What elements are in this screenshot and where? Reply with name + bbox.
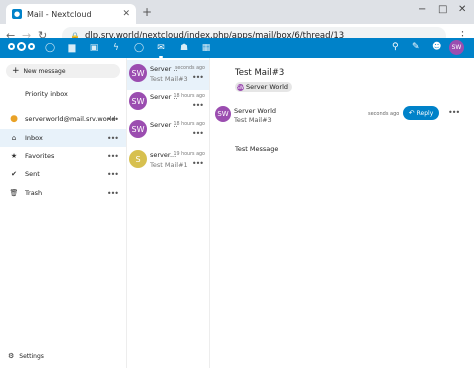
list-item[interactable]: SW Server ... 18 hours ago •••: [127, 88, 209, 118]
more-options-icon[interactable]: •••: [107, 152, 119, 161]
browser-tab[interactable]: ● Mail - Nextcloud ✕: [6, 4, 136, 24]
message-subject: Test Mail#1: [150, 161, 188, 169]
user-avatar[interactable]: SW: [449, 40, 464, 55]
avatar: S: [129, 150, 147, 168]
sidebar-item-priority-inbox[interactable]: Priority inbox: [0, 85, 126, 103]
more-options-icon[interactable]: •••: [192, 129, 204, 138]
participant-name: Server World: [246, 83, 289, 91]
more-options-icon[interactable]: •••: [192, 73, 204, 82]
sidebar-item-label: Sent: [25, 170, 40, 178]
settings-label: Settings: [19, 352, 44, 360]
trash-icon: 🗑: [9, 189, 19, 197]
sidebar-item-label: Favorites: [25, 152, 55, 160]
sidebar-item-trash[interactable]: 🗑 Trash •••: [0, 184, 126, 202]
maximize-icon[interactable]: □: [438, 4, 447, 15]
window-close-icon[interactable]: ✕: [458, 4, 466, 15]
nextcloud-header: ◯ ▆ ▣ ϟ ◯ ✉ ☗ ▦ ⚲ ✎ ☻ SW: [0, 38, 474, 58]
search-icon[interactable]: ⚲: [392, 42, 399, 52]
message-subject: Test Mail#3: [150, 75, 188, 83]
settings-button[interactable]: ⚙ Settings: [8, 352, 44, 360]
message-subject: Test Mail#3: [234, 116, 272, 124]
sidebar-item-account[interactable]: ● serverworld@mail.srv.world •••: [0, 110, 126, 128]
message-list: SW Server ... seconds ago Test Mail#3 ••…: [127, 58, 210, 368]
tab-title: Mail - Nextcloud: [27, 9, 92, 19]
message-from: Server ...: [150, 65, 178, 73]
sidebar-item-label: Priority inbox: [25, 90, 68, 98]
message-time: 19 hours ago: [173, 152, 205, 157]
contacts-icon[interactable]: ☗: [178, 42, 190, 54]
avatar: SW: [129, 64, 147, 82]
list-item[interactable]: S server... 19 hours ago Test Mail#1 •••: [127, 146, 209, 176]
avatar: SW: [129, 92, 147, 110]
contacts-menu-icon[interactable]: ☻: [432, 42, 441, 52]
message-time: seconds ago: [174, 66, 205, 71]
sender-name: Server World: [234, 107, 277, 115]
photos-icon[interactable]: ▣: [88, 42, 100, 54]
browser-tabbar: ● Mail - Nextcloud ✕ + − □ ✕: [0, 0, 474, 24]
avatar: SW: [237, 83, 244, 91]
sent-icon: ✔: [11, 170, 17, 178]
message-time: 18 hours ago: [173, 94, 205, 99]
sidebar-item-inbox[interactable]: ⌂ Inbox •••: [0, 129, 126, 147]
calendar-icon[interactable]: ▦: [200, 42, 212, 54]
new-message-label: New message: [23, 67, 66, 75]
message-time: seconds ago: [368, 111, 400, 117]
more-options-icon[interactable]: •••: [448, 108, 460, 117]
notifications-icon[interactable]: ✎: [412, 42, 420, 52]
files-icon[interactable]: ▆: [66, 42, 78, 54]
sidebar-item-label: Trash: [25, 189, 43, 197]
message-body: Test Message: [235, 145, 279, 153]
star-icon: ★: [10, 152, 18, 160]
sidebar-item-label: Inbox: [25, 134, 43, 142]
mail-icon[interactable]: ✉: [155, 42, 167, 58]
search-talk-icon[interactable]: ◯: [133, 42, 145, 54]
sender-avatar: SW: [215, 106, 231, 122]
more-options-icon[interactable]: •••: [107, 170, 119, 179]
gear-icon: ⚙: [8, 352, 15, 360]
reply-label: Reply: [416, 109, 434, 117]
plus-icon: +: [12, 66, 20, 76]
more-options-icon[interactable]: •••: [192, 159, 204, 168]
activity-icon[interactable]: ϟ: [110, 42, 122, 54]
participant-tag[interactable]: SW Server World: [235, 82, 293, 92]
more-options-icon[interactable]: •••: [192, 101, 204, 110]
sidebar-item-favorites[interactable]: ★ Favorites •••: [0, 147, 126, 165]
more-options-icon[interactable]: •••: [107, 134, 119, 143]
message-view: Test Mail#3 SW Server World SW Server Wo…: [210, 58, 474, 368]
reply-button[interactable]: ↶ Reply: [403, 106, 439, 120]
mail-sidebar: + New message Priority inbox ● serverwor…: [0, 58, 127, 368]
dashboard-icon[interactable]: ◯: [44, 42, 56, 54]
more-options-icon[interactable]: •••: [107, 115, 119, 124]
list-item[interactable]: SW Server ... seconds ago Test Mail#3 ••…: [127, 60, 209, 90]
message-time: 18 hours ago: [173, 122, 205, 127]
thread-title: Test Mail#3: [235, 68, 285, 78]
nextcloud-logo-icon[interactable]: [8, 42, 35, 51]
list-item[interactable]: SW Server ... 18 hours ago •••: [127, 116, 209, 146]
home-icon: ⌂: [11, 134, 17, 142]
avatar: SW: [129, 120, 147, 138]
new-tab-icon[interactable]: +: [142, 5, 152, 19]
nextcloud-favicon-icon: ●: [12, 9, 22, 19]
more-options-icon[interactable]: •••: [107, 189, 119, 198]
sidebar-item-label: serverworld@mail.srv.world: [25, 115, 116, 123]
tab-close-icon[interactable]: ✕: [122, 9, 130, 19]
minimize-icon[interactable]: −: [418, 4, 426, 15]
reply-icon: ↶: [408, 109, 415, 117]
sidebar-item-sent[interactable]: ✔ Sent •••: [0, 165, 126, 183]
new-message-button[interactable]: + New message: [6, 64, 120, 78]
account-dot-icon: ●: [10, 114, 18, 124]
